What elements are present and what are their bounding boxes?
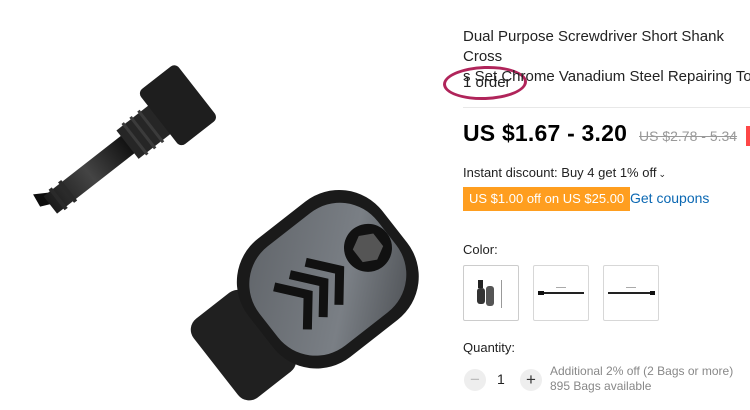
instant-discount-text: Instant discount: Buy 4 get 1% off: [463, 165, 657, 180]
color-option-screwdriver-set[interactable]: [463, 265, 519, 321]
discount-percent-badge: [746, 126, 750, 146]
get-coupons-link[interactable]: Get coupons: [630, 190, 709, 206]
quantity-increase-button[interactable]: +: [520, 369, 542, 391]
quantity-decrease-button[interactable]: −: [464, 369, 486, 391]
quantity-note: Additional 2% off (2 Bags or more) 895 B…: [550, 364, 750, 394]
color-option-long-rod[interactable]: [603, 265, 659, 321]
quantity-label: Quantity:: [463, 340, 516, 355]
original-price: US $2.78 - 5.34: [639, 128, 738, 144]
color-label: Color:: [463, 242, 498, 257]
divider: [463, 107, 750, 108]
order-count: 1 order: [463, 74, 511, 91]
stock-availability-text: 895 Bags available: [550, 379, 652, 393]
long-rod-thumbnail-icon: [608, 287, 655, 295]
sale-price: US $1.67 - 3.20: [463, 120, 628, 146]
product-image[interactable]: [0, 0, 440, 405]
product-info-panel: Dual Purpose Screwdriver Short Shank Cro…: [463, 0, 750, 405]
chevron-down-icon: ⌄: [658, 169, 666, 179]
bulk-discount-text: Additional 2% off (2 Bags or more): [550, 364, 734, 378]
color-option-long-bit[interactable]: [533, 265, 589, 321]
quantity-value[interactable]: 1: [497, 371, 505, 387]
screwdriver-set-thumbnail-icon: [477, 280, 502, 308]
product-title-line: Dual Purpose Screwdriver Short Shank Cro…: [463, 28, 724, 65]
coupon-badge: US $1.00 off on US $25.00: [463, 187, 631, 211]
screwdriver-image: [33, 65, 419, 401]
long-bit-thumbnail-icon: [538, 287, 584, 295]
instant-discount-dropdown[interactable]: Instant discount: Buy 4 get 1% off ⌄: [463, 165, 666, 180]
